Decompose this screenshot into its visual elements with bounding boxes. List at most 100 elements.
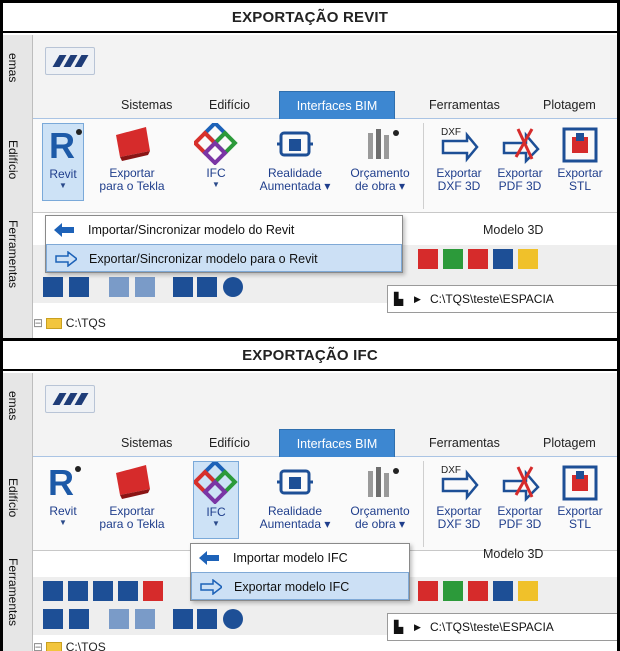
app-logo-icon[interactable] [45, 385, 95, 413]
tool-icon[interactable] [109, 277, 129, 297]
menu-item-export-revit[interactable]: Exportar/Sincronizar modelo para o Revit [46, 244, 402, 272]
side-strip: emas Edifício Ferramentas [3, 35, 33, 338]
tool-icon[interactable] [418, 249, 438, 269]
tool-icon[interactable] [468, 581, 488, 601]
tool-icon[interactable] [109, 609, 129, 629]
menu-item-export-ifc[interactable]: Exportar modelo IFC [191, 572, 409, 600]
tool-icon[interactable] [173, 277, 193, 297]
tab-sistemas[interactable]: Sistemas [113, 91, 180, 119]
tab-edificio[interactable]: Edifício [201, 91, 258, 119]
tool-icon[interactable] [43, 581, 63, 601]
tool-icon[interactable] [443, 249, 463, 269]
section-title: EXPORTAÇÃO REVIT [3, 3, 617, 33]
export-tekla-button[interactable]: Exportar para o Tekla [95, 123, 169, 201]
app-logo-icon[interactable] [45, 47, 95, 75]
app-bar [33, 373, 617, 429]
building-icon: ▙ [394, 620, 404, 634]
tool-icon[interactable] [69, 277, 89, 297]
tool-icon[interactable] [443, 581, 463, 601]
augmented-reality-button[interactable]: Realidade Aumentada ▾ [255, 461, 335, 539]
side-label-sistemas[interactable]: emas [6, 53, 20, 82]
tool-icon[interactable] [493, 249, 513, 269]
stl-icon [558, 123, 602, 165]
group-label-modelo-3d: Modelo 3D [483, 547, 544, 561]
export-pdf-button[interactable]: Exportar PDF 3D [491, 461, 549, 539]
tab-ferramentas[interactable]: Ferramentas [421, 91, 508, 119]
refresh-icon[interactable] [223, 277, 243, 297]
budget-icon [358, 123, 402, 165]
tree-expand-icon[interactable]: ⊟ [33, 640, 43, 651]
tekla-icon [110, 461, 154, 503]
ifc-button[interactable]: IFC ▼ [192, 459, 239, 539]
budget-button[interactable]: Orçamento de obra ▾ [343, 123, 417, 201]
augmented-reality-icon [273, 461, 317, 503]
tool-icon[interactable] [518, 581, 538, 601]
tool-icon[interactable] [68, 581, 88, 601]
side-label-edificio[interactable]: Edifício [6, 140, 20, 179]
tool-icon[interactable] [173, 609, 193, 629]
tool-icon[interactable] [93, 581, 113, 601]
tool-icon[interactable] [43, 609, 63, 629]
tool-icon[interactable] [135, 277, 155, 297]
revit-button[interactable]: R Revit ▼ [42, 461, 84, 539]
tool-icon[interactable] [43, 277, 63, 297]
side-label-edificio[interactable]: Edifício [6, 478, 20, 517]
tab-ferramentas[interactable]: Ferramentas [421, 429, 508, 457]
tool-icon[interactable] [143, 581, 163, 601]
chevron-right-icon: ▶ [414, 294, 421, 304]
arrow-left-icon [199, 551, 219, 565]
path-field[interactable]: ▙ ▶ C:\TQS\teste\ESPACIA [387, 613, 617, 641]
menu-item-import-revit[interactable]: Importar/Sincronizar modelo do Revit [46, 216, 402, 244]
tool-icon[interactable] [135, 609, 155, 629]
export-dxf-button[interactable]: DXF Exportar DXF 3D [429, 123, 489, 201]
tool-icon[interactable] [493, 581, 513, 601]
augmented-reality-button[interactable]: Realidade Aumentada ▾ [255, 123, 335, 201]
pdf-icon [498, 461, 542, 503]
tree-root[interactable]: ⊟ C:\TQS [33, 637, 106, 651]
group-separator [423, 461, 424, 547]
ifc-button[interactable]: IFC ▼ [192, 120, 239, 201]
tree-expand-icon[interactable]: ⊟ [33, 316, 43, 330]
tool-icon[interactable] [118, 581, 138, 601]
menu-item-import-ifc[interactable]: Importar modelo IFC [191, 544, 409, 572]
chevron-right-icon: ▶ [414, 622, 421, 632]
tree-root[interactable]: ⊟ C:\TQS [33, 313, 106, 333]
tool-icon[interactable] [69, 609, 89, 629]
ribbon: R Revit ▼ Exportar para o Tekla IFC ▼ Re… [33, 119, 617, 213]
tab-sistemas[interactable]: Sistemas [113, 429, 180, 457]
ribbon-tabs: Sistemas Edifício Interfaces BIM Ferrame… [33, 429, 617, 457]
tool-icon[interactable] [418, 581, 438, 601]
tab-plotagem[interactable]: Plotagem [535, 429, 604, 457]
ifc-dropdown-menu: Importar modelo IFC Exportar modelo IFC [190, 543, 410, 601]
export-stl-button[interactable]: Exportar STL [551, 123, 609, 201]
refresh-icon[interactable] [223, 609, 243, 629]
ifc-export-panel: EXPORTAÇÃO IFC emas Edifício Ferramentas… [0, 338, 620, 651]
app-bar [33, 35, 617, 91]
export-tekla-button[interactable]: Exportar para o Tekla [95, 461, 169, 539]
side-label-ferramentas[interactable]: Ferramentas [6, 558, 20, 626]
tool-icon[interactable] [197, 609, 217, 629]
export-pdf-button[interactable]: Exportar PDF 3D [491, 123, 549, 201]
path-field[interactable]: ▙ ▶ C:\TQS\teste\ESPACIA [387, 285, 617, 313]
export-stl-button[interactable]: Exportar STL [551, 461, 609, 539]
chevron-down-icon: ▼ [59, 518, 67, 527]
tab-plotagem[interactable]: Plotagem [535, 91, 604, 119]
tool-icon[interactable] [197, 277, 217, 297]
tool-icon[interactable] [518, 249, 538, 269]
budget-button[interactable]: Orçamento de obra ▾ [343, 461, 417, 539]
budget-icon [358, 461, 402, 503]
tab-edificio[interactable]: Edifício [201, 429, 258, 457]
export-dxf-button[interactable]: DXF Exportar DXF 3D [429, 461, 489, 539]
tool-icon[interactable] [468, 249, 488, 269]
tab-interfaces-bim[interactable]: Interfaces BIM [279, 91, 395, 119]
svg-text:DXF: DXF [441, 127, 461, 138]
group-separator [423, 123, 424, 209]
revit-button[interactable]: R Revit ▼ [42, 123, 84, 201]
side-label-sistemas[interactable]: emas [6, 391, 20, 420]
stl-icon [558, 461, 602, 503]
chevron-down-icon: ▼ [212, 519, 220, 528]
side-label-ferramentas[interactable]: Ferramentas [6, 220, 20, 288]
tab-interfaces-bim[interactable]: Interfaces BIM [279, 429, 395, 457]
svg-text:R: R [48, 462, 74, 503]
revit-export-panel: EXPORTAÇÃO REVIT emas Edifício Ferrament… [0, 0, 620, 338]
